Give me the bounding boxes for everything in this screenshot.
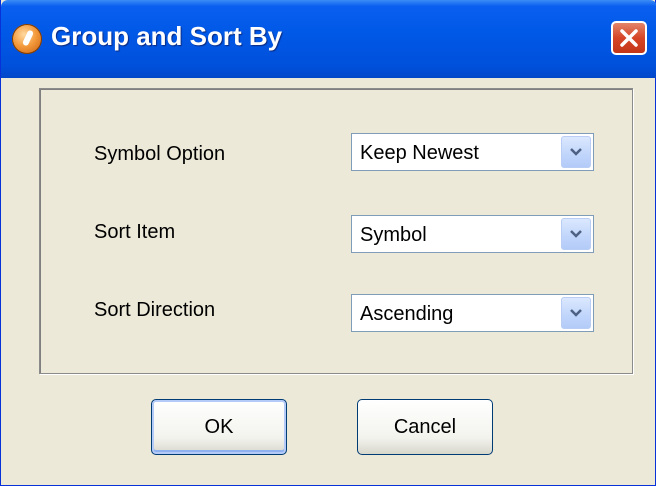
sort-direction-dropdown[interactable]: Ascending	[351, 294, 594, 332]
sort-direction-label: Sort Direction	[94, 299, 216, 321]
dialog-window: Group and Sort By Symbol Option Keep New…	[0, 0, 656, 486]
sort-item-dropdown[interactable]: Symbol	[351, 215, 594, 253]
chevron-down-icon[interactable]	[561, 297, 591, 329]
cancel-button[interactable]: Cancel	[357, 399, 493, 455]
chevron-down-icon[interactable]	[561, 218, 591, 250]
ok-button[interactable]: OK	[151, 399, 287, 455]
dialog-title: Group and Sort By	[51, 21, 283, 51]
symbol-option-value: Keep Newest	[360, 142, 479, 164]
symbol-option-dropdown[interactable]: Keep Newest	[351, 133, 594, 171]
sort-item-value: Symbol	[360, 224, 427, 246]
symbol-option-label: Symbol Option	[94, 143, 226, 165]
sort-direction-value: Ascending	[360, 303, 454, 325]
title-bar[interactable]: Group and Sort By	[1, 0, 656, 78]
app-icon	[12, 24, 42, 54]
sort-item-label: Sort Item	[94, 221, 176, 243]
chevron-down-icon[interactable]	[561, 136, 591, 168]
close-button[interactable]	[611, 21, 647, 55]
close-icon	[619, 28, 639, 48]
